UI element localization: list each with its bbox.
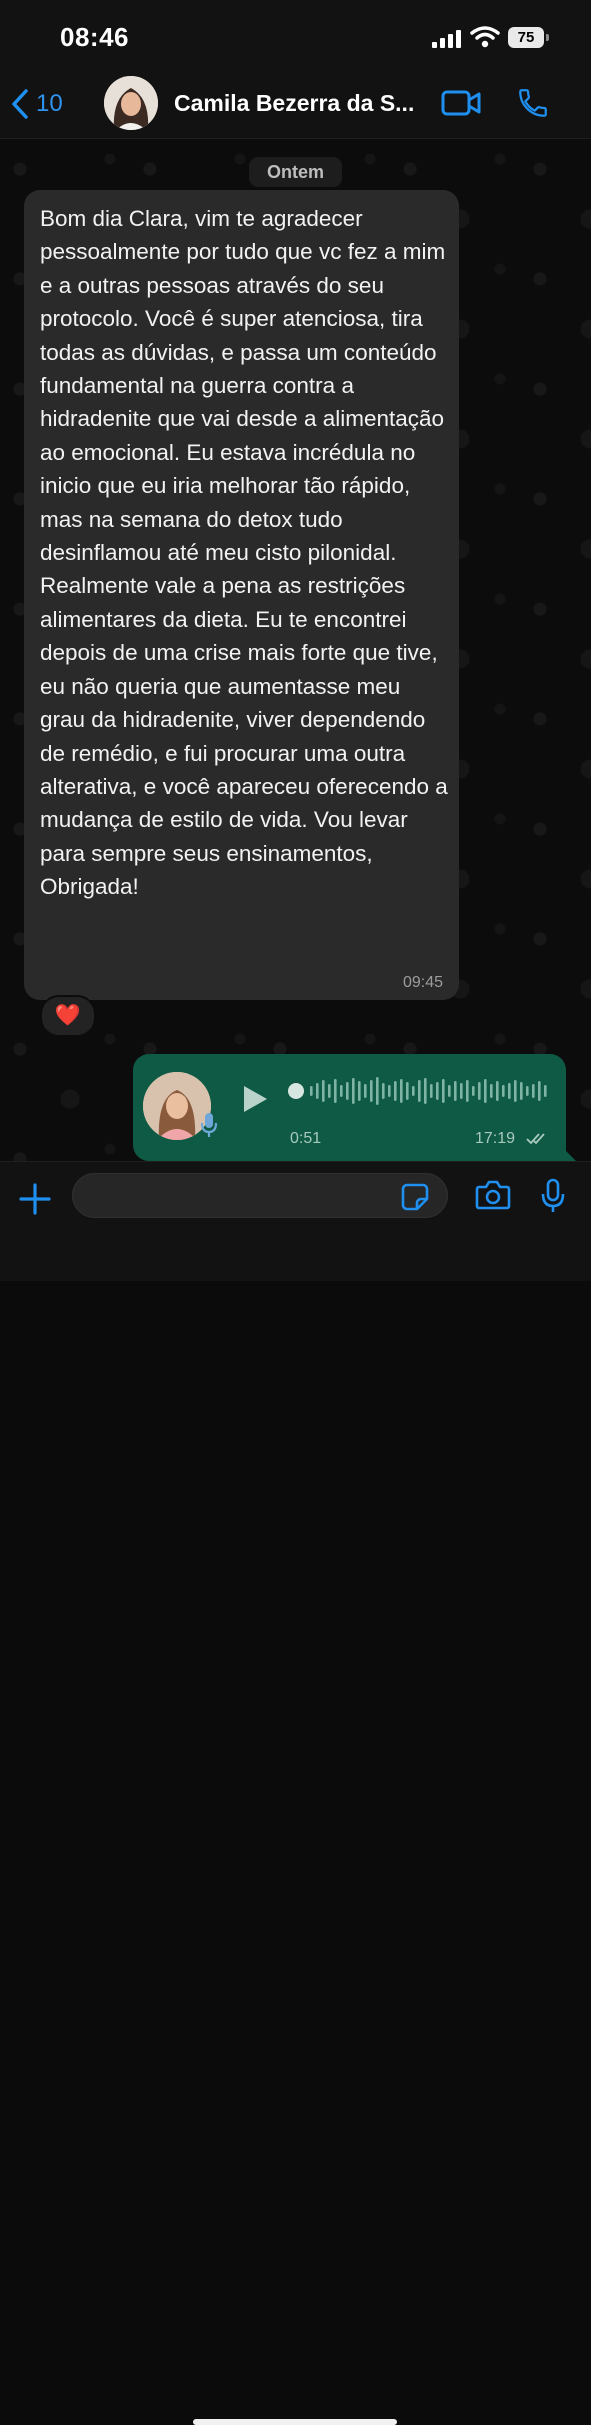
home-indicator — [193, 2419, 397, 2425]
waveform-bar — [388, 1085, 391, 1097]
waveform-bar — [544, 1085, 547, 1097]
waveform-bar — [352, 1078, 355, 1104]
play-icon[interactable] — [241, 1084, 269, 1114]
incoming-message-bubble[interactable]: Bom dia Clara, vim te agradecer pessoalm… — [24, 190, 459, 1000]
chat-area[interactable]: Ontem Bom dia Clara, vim te agradecer pe… — [0, 139, 591, 1161]
waveform-bar — [412, 1086, 415, 1096]
video-call-icon[interactable] — [441, 89, 481, 117]
incoming-message-time: 09:45 — [402, 974, 443, 991]
incoming-message-text: Bom dia Clara, vim te agradecer pessoalm… — [40, 206, 448, 900]
waveform-bar — [508, 1083, 511, 1099]
waveform-bar — [334, 1079, 337, 1103]
waveform-bar — [370, 1080, 373, 1102]
waveform-bar — [532, 1084, 535, 1098]
audio-mic-icon — [200, 1113, 218, 1137]
waveform-bar — [340, 1085, 343, 1097]
plus-icon[interactable] — [18, 1182, 52, 1216]
waveform-bar — [478, 1082, 481, 1100]
heart-reaction[interactable]: ❤️ — [40, 995, 96, 1037]
waveform-bar — [442, 1079, 445, 1103]
camera-icon[interactable] — [475, 1180, 511, 1210]
waveform-bar — [418, 1080, 421, 1102]
waveform-bar — [472, 1086, 475, 1096]
waveform-bar — [382, 1083, 385, 1099]
input-bar — [0, 1161, 591, 2425]
waveform-bar — [520, 1082, 523, 1100]
waveform-bar — [430, 1084, 433, 1098]
waveform-bar — [460, 1083, 463, 1099]
status-bar: 08:46 75 — [0, 0, 591, 72]
phone-icon[interactable] — [516, 86, 550, 120]
audio-message-time: 17:19 — [475, 1130, 516, 1147]
waveform-bar — [394, 1081, 397, 1101]
wifi-icon — [470, 26, 500, 48]
waveform-bar — [310, 1086, 313, 1096]
waveform-bar — [502, 1085, 505, 1097]
waveform-bar — [490, 1084, 493, 1098]
waveform-bar — [322, 1080, 325, 1102]
waveform-bar — [376, 1077, 379, 1105]
chat-header: 10 Camila Bezerra da S... — [0, 72, 591, 139]
audio-duration: 0:51 — [290, 1130, 322, 1147]
date-separator: Ontem — [249, 157, 342, 187]
waveform-bar — [328, 1084, 331, 1098]
back-button[interactable]: 10 — [10, 82, 63, 126]
battery-level: 75 — [517, 29, 535, 46]
cellular-signal-icon — [432, 30, 461, 48]
contact-name[interactable]: Camila Bezerra da S... — [174, 90, 432, 117]
waveform-bar — [526, 1086, 529, 1096]
waveform-bar — [454, 1081, 457, 1101]
waveform-bar — [346, 1082, 349, 1100]
audio-waveform[interactable] — [288, 1076, 548, 1106]
waveform-bar — [496, 1081, 499, 1101]
waveform-bar — [436, 1082, 439, 1100]
waveform-bar — [400, 1079, 403, 1103]
unread-count: 10 — [36, 90, 63, 117]
waveform-bar — [424, 1078, 427, 1104]
waveform-bar — [316, 1083, 319, 1099]
message-input[interactable] — [72, 1173, 448, 1218]
waveform-bar — [514, 1080, 517, 1102]
microphone-icon[interactable] — [540, 1178, 566, 1214]
playback-position-dot[interactable] — [288, 1083, 304, 1099]
outgoing-audio-bubble[interactable]: 0:51 17:19 — [133, 1054, 576, 1161]
waveform-bar — [358, 1081, 361, 1101]
waveform-bar — [466, 1080, 469, 1102]
contact-avatar[interactable] — [104, 76, 158, 130]
read-receipt-icon — [526, 1133, 545, 1145]
waveform-bar — [538, 1081, 541, 1101]
back-chevron-icon — [12, 89, 28, 119]
sticker-icon[interactable] — [401, 1183, 429, 1211]
waveform-bar — [448, 1085, 451, 1097]
battery-icon: 75 — [508, 27, 549, 48]
waveform-bar — [484, 1079, 487, 1103]
waveform-bar — [364, 1084, 367, 1098]
waveform-bar — [406, 1082, 409, 1100]
status-time: 08:46 — [60, 22, 129, 52]
avatar-photo — [104, 76, 158, 130]
